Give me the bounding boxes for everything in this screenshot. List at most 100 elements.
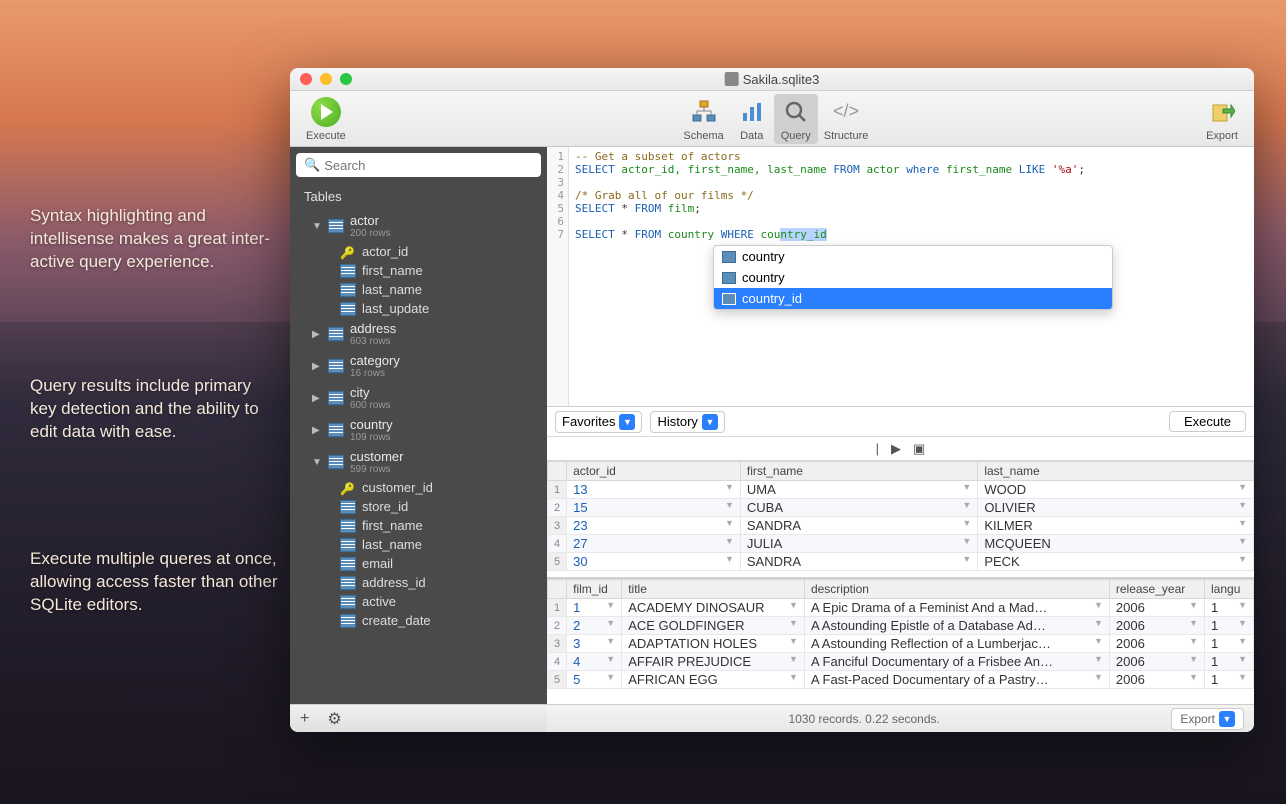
autocomplete-popup: countrycountrycountry_id bbox=[713, 245, 1113, 310]
column-icon bbox=[340, 500, 356, 514]
schema-tab[interactable]: Schema bbox=[677, 94, 729, 144]
titlebar: Sakila.sqlite3 bbox=[290, 68, 1254, 91]
favorites-dropdown[interactable]: Favorites▼ bbox=[555, 411, 642, 433]
schema-icon bbox=[688, 96, 720, 128]
table-row[interactable]: 44▼AFFAIR PREJUDICE▼A Fanciful Documenta… bbox=[548, 653, 1254, 671]
window-title: Sakila.sqlite3 bbox=[743, 72, 820, 87]
flag-icon[interactable]: ▶ bbox=[887, 441, 905, 457]
results-grid-1[interactable]: actor_idfirst_namelast_name113▼UMA▼WOOD▼… bbox=[547, 461, 1254, 579]
execute-button[interactable]: Execute bbox=[300, 94, 352, 144]
execute-query-button[interactable]: Execute bbox=[1169, 411, 1246, 432]
column-address_id[interactable]: address_id bbox=[290, 573, 547, 592]
table-row[interactable]: 22▼ACE GOLDFINGER▼A Astounding Epistle o… bbox=[548, 617, 1254, 635]
table-row[interactable]: 530▼SANDRA▼PECK▼ bbox=[548, 553, 1254, 571]
table-customer[interactable]: ▼customer599 rows bbox=[290, 446, 547, 478]
chevron-down-icon: ▼ bbox=[702, 414, 718, 430]
table-address[interactable]: ▶address603 rows bbox=[290, 318, 547, 350]
column-customer_id[interactable]: customer_id bbox=[290, 478, 547, 497]
data-tab[interactable]: Data bbox=[730, 94, 774, 144]
structure-tab[interactable]: </> Structure bbox=[818, 94, 875, 144]
column-header[interactable]: film_id bbox=[567, 580, 622, 599]
chevron-down-icon: ▼ bbox=[619, 414, 635, 430]
status-message: 1030 records. 0.22 seconds. bbox=[557, 712, 1171, 726]
stack-icon[interactable]: ▣ bbox=[909, 441, 929, 457]
query-tab[interactable]: Query bbox=[774, 94, 818, 144]
table-icon bbox=[328, 455, 344, 469]
column-create_date[interactable]: create_date bbox=[290, 611, 547, 630]
sidebar: 🔍 Tables ▼actor200 rowsactor_idfirst_nam… bbox=[290, 147, 547, 732]
search-field[interactable]: 🔍 bbox=[296, 153, 541, 177]
table-actor[interactable]: ▼actor200 rows bbox=[290, 210, 547, 242]
column-first_name[interactable]: first_name bbox=[290, 516, 547, 535]
promo-text-1: Syntax highlighting and intellisense mak… bbox=[30, 205, 280, 274]
autocomplete-item[interactable]: country bbox=[714, 267, 1112, 288]
column-store_id[interactable]: store_id bbox=[290, 497, 547, 516]
results-toolbar: | ▶ ▣ bbox=[547, 437, 1254, 461]
promo-text-3: Execute multiple queres at once, allowin… bbox=[30, 548, 280, 617]
column-icon bbox=[340, 283, 356, 297]
column-icon bbox=[722, 293, 736, 305]
autocomplete-item[interactable]: country bbox=[714, 246, 1112, 267]
search-icon bbox=[780, 96, 812, 128]
bar-chart-icon bbox=[736, 96, 768, 128]
column-icon bbox=[340, 614, 356, 628]
results-grid-2[interactable]: film_idtitledescriptionrelease_yearlangu… bbox=[547, 579, 1254, 704]
column-last_update[interactable]: last_update bbox=[290, 299, 547, 318]
table-city[interactable]: ▶city600 rows bbox=[290, 382, 547, 414]
column-header[interactable]: langu bbox=[1205, 580, 1254, 599]
disclosure-icon: ▼ bbox=[312, 457, 324, 468]
export-results-button[interactable]: Export▼ bbox=[1171, 708, 1244, 730]
column-first_name[interactable]: first_name bbox=[290, 261, 547, 280]
divider-icon: | bbox=[872, 441, 883, 456]
column-last_name[interactable]: last_name bbox=[290, 280, 547, 299]
column-header[interactable]: release_year bbox=[1109, 580, 1204, 599]
table-row[interactable]: 113▼UMA▼WOOD▼ bbox=[548, 481, 1254, 499]
table-row[interactable]: 427▼JULIA▼MCQUEEN▼ bbox=[548, 535, 1254, 553]
statusbar: 1030 records. 0.22 seconds. Export▼ bbox=[547, 704, 1254, 732]
gear-icon[interactable]: ⚙ bbox=[323, 709, 345, 729]
key-icon bbox=[340, 245, 356, 259]
column-last_name[interactable]: last_name bbox=[290, 535, 547, 554]
disclosure-icon: ▶ bbox=[312, 393, 324, 404]
search-icon: 🔍 bbox=[304, 157, 320, 173]
play-icon bbox=[311, 97, 341, 127]
table-icon bbox=[328, 219, 344, 233]
export-button[interactable]: Export bbox=[1200, 94, 1244, 144]
chevron-down-icon: ▼ bbox=[1219, 711, 1235, 727]
column-header[interactable]: last_name bbox=[978, 462, 1254, 481]
column-icon bbox=[340, 264, 356, 278]
column-header[interactable]: title bbox=[622, 580, 805, 599]
zoom-window-button[interactable] bbox=[340, 73, 352, 85]
column-icon bbox=[340, 557, 356, 571]
autocomplete-item[interactable]: country_id bbox=[714, 288, 1112, 309]
table-country[interactable]: ▶country109 rows bbox=[290, 414, 547, 446]
column-icon bbox=[340, 302, 356, 316]
table-category[interactable]: ▶category16 rows bbox=[290, 350, 547, 382]
minimize-window-button[interactable] bbox=[320, 73, 332, 85]
table-row[interactable]: 11▼ACADEMY DINOSAUR▼A Epic Drama of a Fe… bbox=[548, 599, 1254, 617]
table-row[interactable]: 215▼CUBA▼OLIVIER▼ bbox=[548, 499, 1254, 517]
table-icon bbox=[328, 423, 344, 437]
add-button[interactable]: + bbox=[296, 710, 313, 728]
table-icon bbox=[328, 391, 344, 405]
column-icon bbox=[340, 519, 356, 533]
column-email[interactable]: email bbox=[290, 554, 547, 573]
line-gutter: 1234567 bbox=[547, 147, 569, 406]
column-header[interactable]: actor_id bbox=[567, 462, 741, 481]
search-input[interactable] bbox=[324, 158, 533, 173]
table-icon bbox=[328, 327, 344, 341]
history-dropdown[interactable]: History▼ bbox=[650, 411, 724, 433]
column-header[interactable]: first_name bbox=[740, 462, 977, 481]
app-window: Sakila.sqlite3 Execute Schema Data bbox=[290, 68, 1254, 732]
column-icon bbox=[722, 251, 736, 263]
column-header[interactable]: description bbox=[804, 580, 1109, 599]
table-row[interactable]: 323▼SANDRA▼KILMER▼ bbox=[548, 517, 1254, 535]
column-icon bbox=[340, 595, 356, 609]
column-active[interactable]: active bbox=[290, 592, 547, 611]
close-window-button[interactable] bbox=[300, 73, 312, 85]
table-row[interactable]: 55▼AFRICAN EGG▼A Fast-Paced Documentary … bbox=[548, 671, 1254, 689]
disclosure-icon: ▼ bbox=[312, 221, 324, 232]
table-row[interactable]: 33▼ADAPTATION HOLES▼A Astounding Reflect… bbox=[548, 635, 1254, 653]
promo-text-2: Query results include primary key detect… bbox=[30, 375, 280, 444]
column-actor_id[interactable]: actor_id bbox=[290, 242, 547, 261]
